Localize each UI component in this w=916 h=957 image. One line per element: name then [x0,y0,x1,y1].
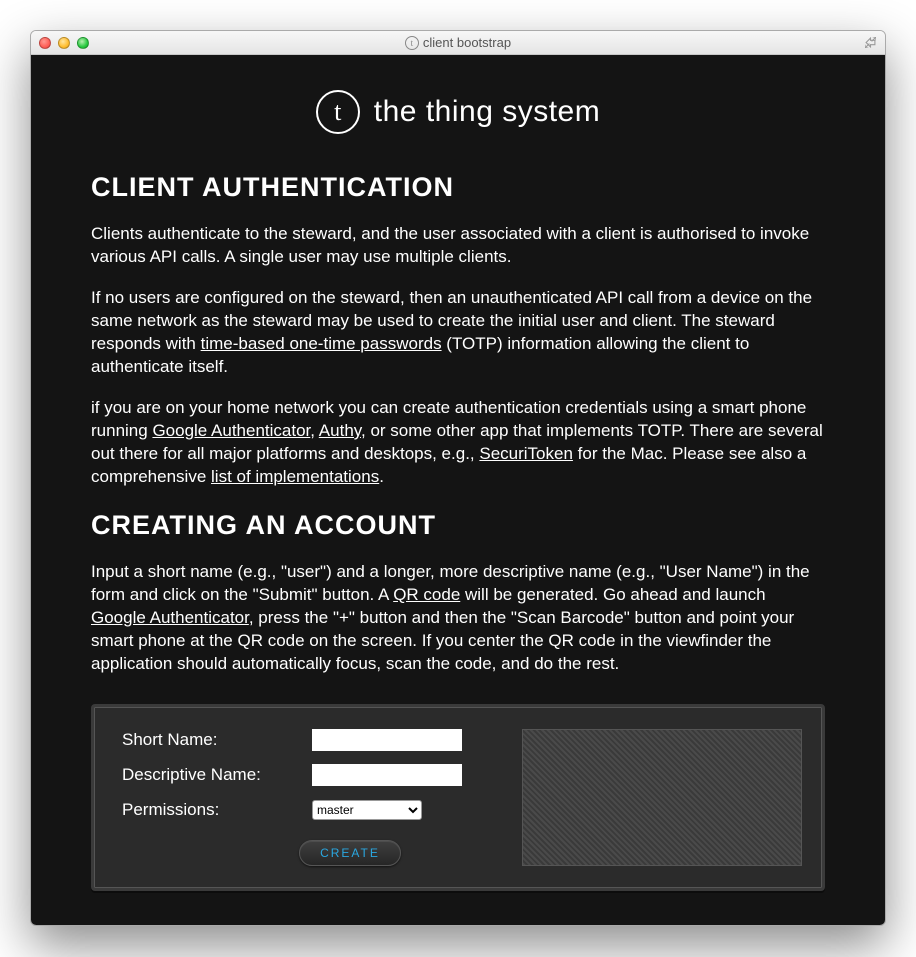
create-button[interactable]: CREATE [299,840,401,866]
window-title-icon: t [405,36,419,50]
link-authy[interactable]: Authy [319,421,361,440]
permissions-label: Permissions: [122,799,312,822]
short-name-label: Short Name: [122,729,312,752]
zoom-icon[interactable] [77,37,89,49]
link-google-authenticator[interactable]: Google Authenticator [152,421,310,440]
paragraph: If no users are configured on the stewar… [91,287,825,379]
logo-text: the thing system [374,92,600,133]
form-row-permissions: Permissions: master [122,799,498,822]
permissions-select[interactable]: master [312,800,422,820]
window-title-text: client bootstrap [423,35,511,50]
create-row: CREATE [122,840,498,866]
app-window: t client bootstrap t the thing system CL… [30,30,886,926]
minimize-icon[interactable] [58,37,70,49]
window-title: t client bootstrap [31,35,885,50]
descriptive-name-label: Descriptive Name: [122,764,312,787]
create-account-form: Short Name: Descriptive Name: Permission… [91,704,825,891]
fullscreen-icon[interactable] [863,36,877,50]
page-content: t the thing system CLIENT AUTHENTICATION… [31,55,885,925]
heading-client-auth: CLIENT AUTHENTICATION [91,169,825,205]
link-securitoken[interactable]: SecuriToken [479,444,573,463]
window-controls [39,37,89,49]
heading-creating-account: CREATING AN ACCOUNT [91,507,825,543]
link-implementations[interactable]: list of implementations [211,467,379,486]
form-fields: Short Name: Descriptive Name: Permission… [122,729,498,866]
link-totp[interactable]: time-based one-time passwords [201,334,442,353]
descriptive-name-input[interactable] [312,764,462,786]
titlebar[interactable]: t client bootstrap [31,31,885,55]
short-name-input[interactable] [312,729,462,751]
link-google-authenticator-2[interactable]: Google Authenticator [91,608,249,627]
link-qr-code[interactable]: QR code [393,585,460,604]
logo: t the thing system [91,90,825,134]
close-icon[interactable] [39,37,51,49]
paragraph: if you are on your home network you can … [91,397,825,489]
logo-icon: t [316,90,360,134]
paragraph: Input a short name (e.g., "user") and a … [91,561,825,676]
paragraph: Clients authenticate to the steward, and… [91,223,825,269]
qr-code-placeholder [522,729,802,866]
form-row-descriptive-name: Descriptive Name: [122,764,498,787]
form-row-short-name: Short Name: [122,729,498,752]
